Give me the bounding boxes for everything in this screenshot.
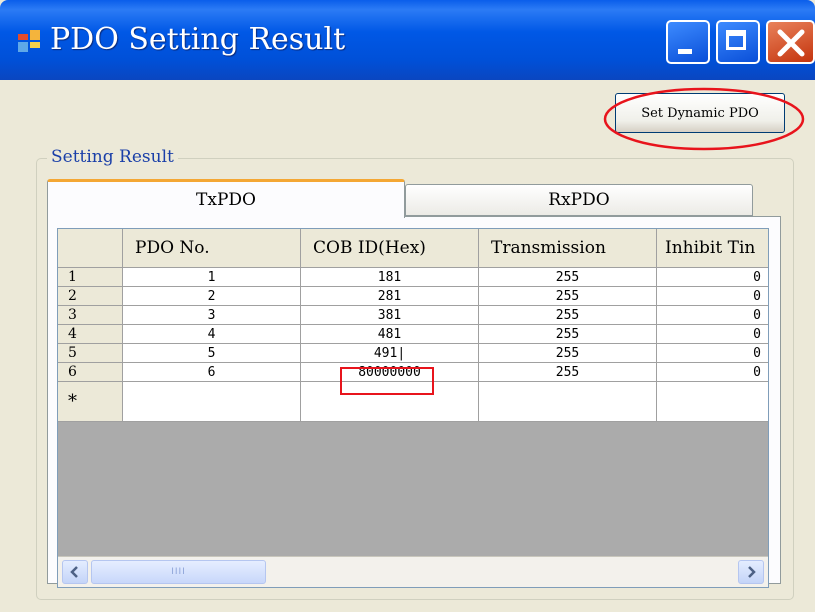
scroll-left-button[interactable] [62, 560, 88, 584]
table-row[interactable]: 6 6 80000000 255 0 [58, 363, 768, 382]
new-row-marker: * [58, 382, 123, 422]
chevron-left-icon [70, 566, 78, 578]
close-button[interactable] [766, 20, 815, 64]
cell-pdo-no[interactable]: 4 [123, 325, 301, 344]
cell-cob-id[interactable]: 481 [301, 325, 479, 344]
corner-header[interactable] [58, 229, 123, 268]
grid-header-row: PDO No. COB ID(Hex) Transmission Inhibit… [58, 229, 768, 268]
chevron-right-icon [748, 566, 756, 578]
pdo-data-grid[interactable]: PDO No. COB ID(Hex) Transmission Inhibit… [57, 228, 769, 588]
cell-pdo-no[interactable]: 6 [123, 363, 301, 382]
cell-cob-id[interactable]: 281 [301, 287, 479, 306]
row-header[interactable]: 1 [58, 268, 123, 287]
cell-transmission[interactable]: 255 [479, 268, 657, 287]
new-row[interactable]: * [58, 382, 768, 422]
table-row[interactable]: 4 4 481 255 0 [58, 325, 768, 344]
maximize-button[interactable] [716, 20, 760, 64]
row-header[interactable]: 2 [58, 287, 123, 306]
row-header[interactable]: 6 [58, 363, 123, 382]
cell-pdo-no[interactable]: 5 [123, 344, 301, 363]
column-header-inhibit-time[interactable]: Inhibit Tin [657, 229, 768, 268]
table-row[interactable]: 3 3 381 255 0 [58, 306, 768, 325]
cell-pdo-no[interactable]: 2 [123, 287, 301, 306]
cell-inhibit-time[interactable]: 0 [657, 287, 768, 306]
scroll-right-button[interactable] [738, 560, 764, 584]
tab-txpdo[interactable]: TxPDO [47, 179, 405, 218]
cell-cob-id-editing[interactable]: 491| [301, 344, 479, 363]
tab-rxpdo[interactable]: RxPDO [405, 184, 753, 216]
cell-cob-id[interactable]: 381 [301, 306, 479, 325]
cell-cob-id[interactable]: 80000000 [301, 363, 479, 382]
close-icon [777, 29, 805, 57]
new-cell[interactable] [301, 382, 479, 422]
cell-cob-id[interactable]: 181 [301, 268, 479, 287]
cell-pdo-no[interactable]: 1 [123, 268, 301, 287]
column-header-transmission[interactable]: Transmission [479, 229, 657, 268]
new-cell[interactable] [123, 382, 301, 422]
cell-inhibit-time[interactable]: 0 [657, 268, 768, 287]
table-row[interactable]: 1 1 181 255 0 [58, 268, 768, 287]
pdo-setting-window: PDO Setting Result Set Dynamic PDO Setti… [0, 0, 815, 612]
cell-transmission[interactable]: 255 [479, 363, 657, 382]
new-cell[interactable] [657, 382, 768, 422]
cell-transmission[interactable]: 255 [479, 287, 657, 306]
column-header-cob-id[interactable]: COB ID(Hex) [301, 229, 479, 268]
set-dynamic-pdo-button[interactable]: Set Dynamic PDO [615, 93, 785, 133]
app-icon [18, 30, 40, 52]
row-header[interactable]: 3 [58, 306, 123, 325]
table-row[interactable]: 2 2 281 255 0 [58, 287, 768, 306]
cell-transmission[interactable]: 255 [479, 325, 657, 344]
table-row[interactable]: 5 5 491| 255 0 [58, 344, 768, 363]
horizontal-scrollbar[interactable]: IIII [58, 556, 768, 587]
scroll-thumb-grip: IIII [171, 567, 186, 577]
row-header[interactable]: 5 [58, 344, 123, 363]
scroll-thumb[interactable]: IIII [91, 560, 266, 584]
cell-inhibit-time[interactable]: 0 [657, 306, 768, 325]
cell-transmission[interactable]: 255 [479, 344, 657, 363]
minimize-button[interactable] [666, 20, 710, 64]
cell-inhibit-time[interactable]: 0 [657, 363, 768, 382]
cell-inhibit-time[interactable]: 0 [657, 325, 768, 344]
cell-inhibit-time[interactable]: 0 [657, 344, 768, 363]
window-title: PDO Setting Result [50, 22, 346, 57]
column-header-pdo-no[interactable]: PDO No. [123, 229, 301, 268]
cell-pdo-no[interactable]: 3 [123, 306, 301, 325]
new-cell[interactable] [479, 382, 657, 422]
row-header[interactable]: 4 [58, 325, 123, 344]
cell-transmission[interactable]: 255 [479, 306, 657, 325]
setting-result-label: Setting Result [47, 147, 178, 167]
title-bar[interactable]: PDO Setting Result [0, 0, 815, 80]
